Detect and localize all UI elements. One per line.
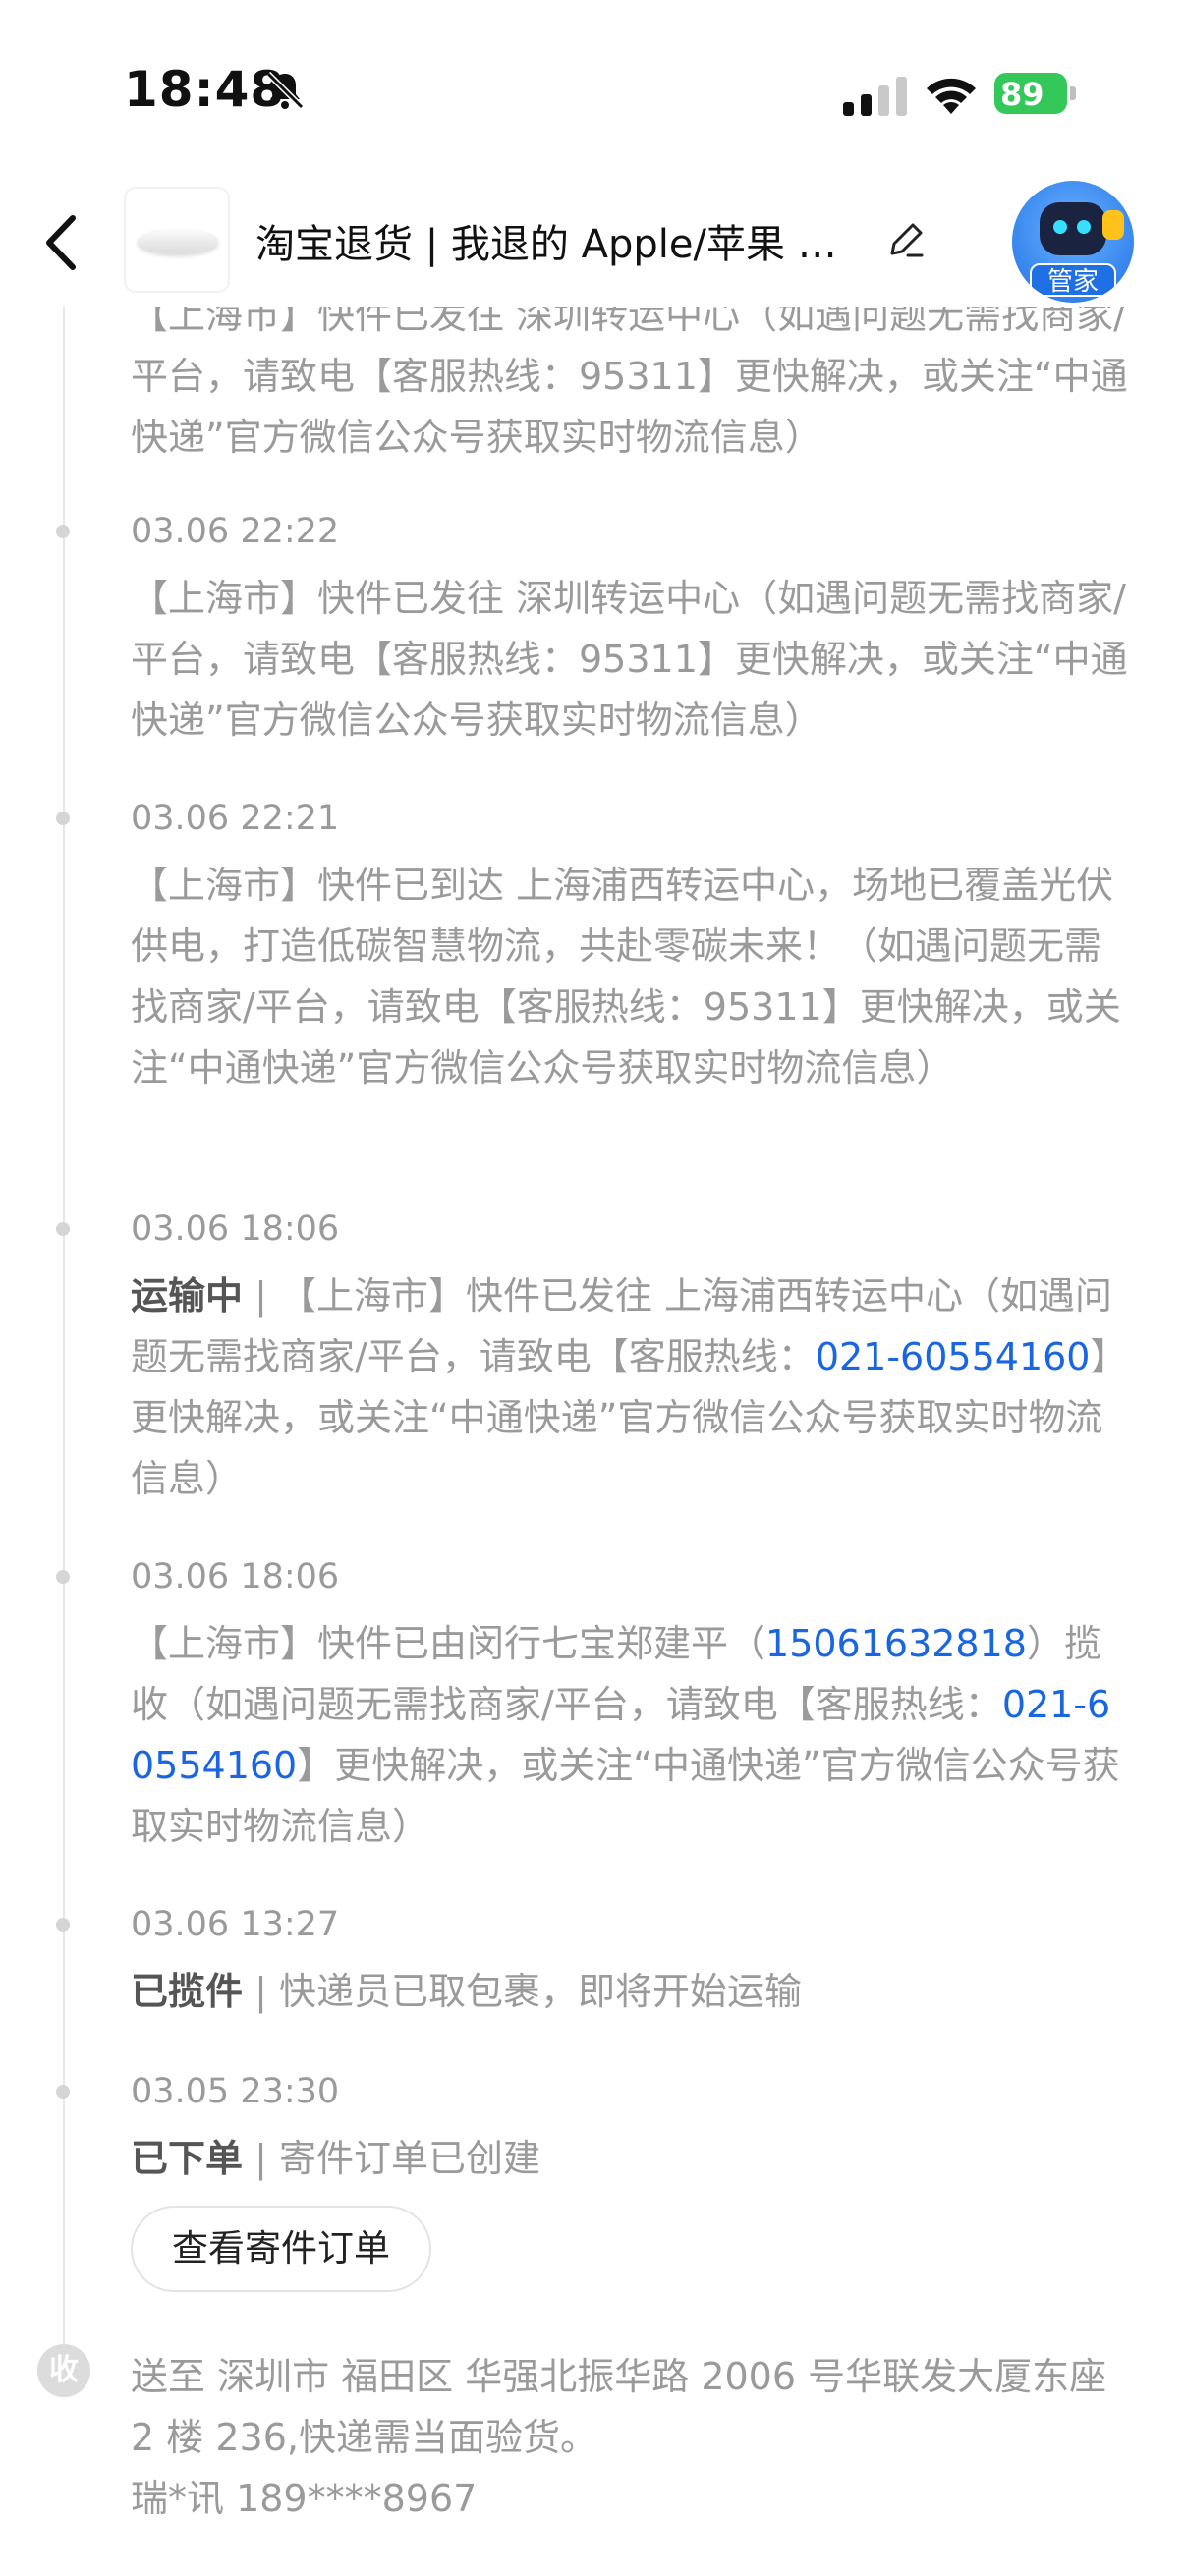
hotline-link[interactable]: 021-60554160 bbox=[816, 1335, 1091, 1378]
page-header: 淘宝退货 | 我退的 Apple/苹果 Magic Mouse 管家 bbox=[0, 177, 1185, 307]
courier-phone-link[interactable]: 15061632818 bbox=[765, 1622, 1027, 1665]
receiver-info: 送至 深圳市 福田区 华强北振华路 2006 号华联发大厦东座 2 楼 236,… bbox=[131, 2346, 1133, 2529]
product-thumbnail[interactable] bbox=[124, 187, 230, 293]
timeline-text-part: | 快递员已取包裹，即将开始运输 bbox=[243, 1970, 802, 2013]
timeline-date: 03.06 18:06 bbox=[131, 1557, 340, 1596]
timeline-dot bbox=[56, 1222, 70, 1236]
timeline-dot bbox=[56, 1570, 70, 1584]
timeline-dot bbox=[56, 812, 70, 825]
list-item: 【上海市】快件已发往 深圳转运中心（如遇问题无需找商家/平台，请致电【客服热线：… bbox=[131, 307, 1133, 468]
avatar-tag: 管家 bbox=[1030, 263, 1116, 297]
status-label: 已下单 bbox=[131, 2137, 244, 2180]
receiver-icon: 收 bbox=[37, 2344, 90, 2397]
timeline-entry: 03.05 23:30 已下单 | 寄件订单已创建 bbox=[56, 2071, 1133, 2189]
timeline-dot bbox=[56, 525, 70, 538]
wifi-icon bbox=[927, 78, 976, 114]
timeline-text: 【上海市】快件已由闵行七宝郑建平（15061632818）揽收（如遇问题无需找商… bbox=[131, 1613, 1133, 1857]
timeline-entry: 03.06 18:06 【上海市】快件已由闵行七宝郑建平（15061632818… bbox=[56, 1556, 1133, 1857]
logistics-timeline[interactable]: 【上海市】快件已发往 深圳转运中心（如遇问题无需找商家/平台，请致电【客服热线：… bbox=[0, 307, 1185, 2576]
timeline-text: 已揽件 | 快递员已取包裹，即将开始运输 bbox=[131, 1961, 1133, 2022]
status-label: 运输中 bbox=[131, 1274, 244, 1317]
timeline-dot bbox=[56, 2085, 70, 2099]
back-icon[interactable] bbox=[33, 208, 92, 277]
status-time: 18:48 bbox=[124, 61, 286, 118]
timeline-dot bbox=[56, 1918, 70, 1932]
timeline-date: 03.06 22:22 bbox=[131, 512, 340, 551]
view-order-button[interactable]: 查看寄件订单 bbox=[131, 2206, 431, 2292]
timeline-date: 03.05 23:30 bbox=[131, 2072, 340, 2111]
status-bar: 18:48 89 bbox=[0, 0, 1185, 177]
battery-icon: 89 bbox=[994, 73, 1077, 114]
timeline-text: 【上海市】快件已发往 深圳转运中心（如遇问题无需找商家/平台，请致电【客服热线：… bbox=[131, 577, 1128, 742]
receiver-contact: 瑞*讯 189****8967 bbox=[131, 2477, 478, 2520]
timeline-text-part: | 寄件订单已创建 bbox=[243, 2137, 540, 2180]
timeline-entry: 03.06 22:22 【上海市】快件已发往 深圳转运中心（如遇问题无需找商家/… bbox=[56, 511, 1133, 751]
timeline-text: 运输中 | 【上海市】快件已发往 上海浦西转运中心（如遇问题无需找商家/平台，请… bbox=[131, 1265, 1133, 1509]
timeline-text-part: 【上海市】快件已由闵行七宝郑建平（ bbox=[131, 1622, 766, 1665]
edit-icon[interactable] bbox=[882, 216, 930, 263]
timeline-entry: 03.06 18:06 运输中 | 【上海市】快件已发往 上海浦西转运中心（如遇… bbox=[56, 1208, 1133, 1509]
bell-slash-icon bbox=[265, 71, 305, 110]
timeline-date: 03.06 18:06 bbox=[131, 1209, 340, 1249]
timeline-text: 【上海市】快件已到达 上海浦西转运中心，场地已覆盖光伏供电，打造低碳智慧物流，共… bbox=[131, 864, 1121, 1090]
signal-icon bbox=[843, 77, 907, 116]
status-label: 已揽件 bbox=[131, 1970, 244, 2013]
assistant-avatar[interactable]: 管家 bbox=[1012, 181, 1134, 303]
timeline-entry: 03.06 13:27 已揽件 | 快递员已取包裹，即将开始运输 bbox=[56, 1904, 1133, 2022]
battery-level: 89 bbox=[1000, 76, 1044, 113]
receiver-address: 送至 深圳市 福田区 华强北振华路 2006 号华联发大厦东座 2 楼 236,… bbox=[131, 2355, 1107, 2459]
page-title: 淘宝退货 | 我退的 Apple/苹果 Magic Mouse bbox=[255, 222, 845, 267]
timeline-entry: 03.06 22:21 【上海市】快件已到达 上海浦西转运中心，场地已覆盖光伏供… bbox=[56, 798, 1133, 1098]
timeline-date: 03.06 22:21 bbox=[131, 799, 340, 838]
timeline-line bbox=[63, 307, 65, 2360]
timeline-text: 已下单 | 寄件订单已创建 bbox=[131, 2128, 1133, 2189]
timeline-text: 【上海市】快件已发往 深圳转运中心（如遇问题无需找商家/平台，请致电【客服热线：… bbox=[131, 307, 1128, 459]
timeline-date: 03.06 13:27 bbox=[131, 1905, 340, 1944]
